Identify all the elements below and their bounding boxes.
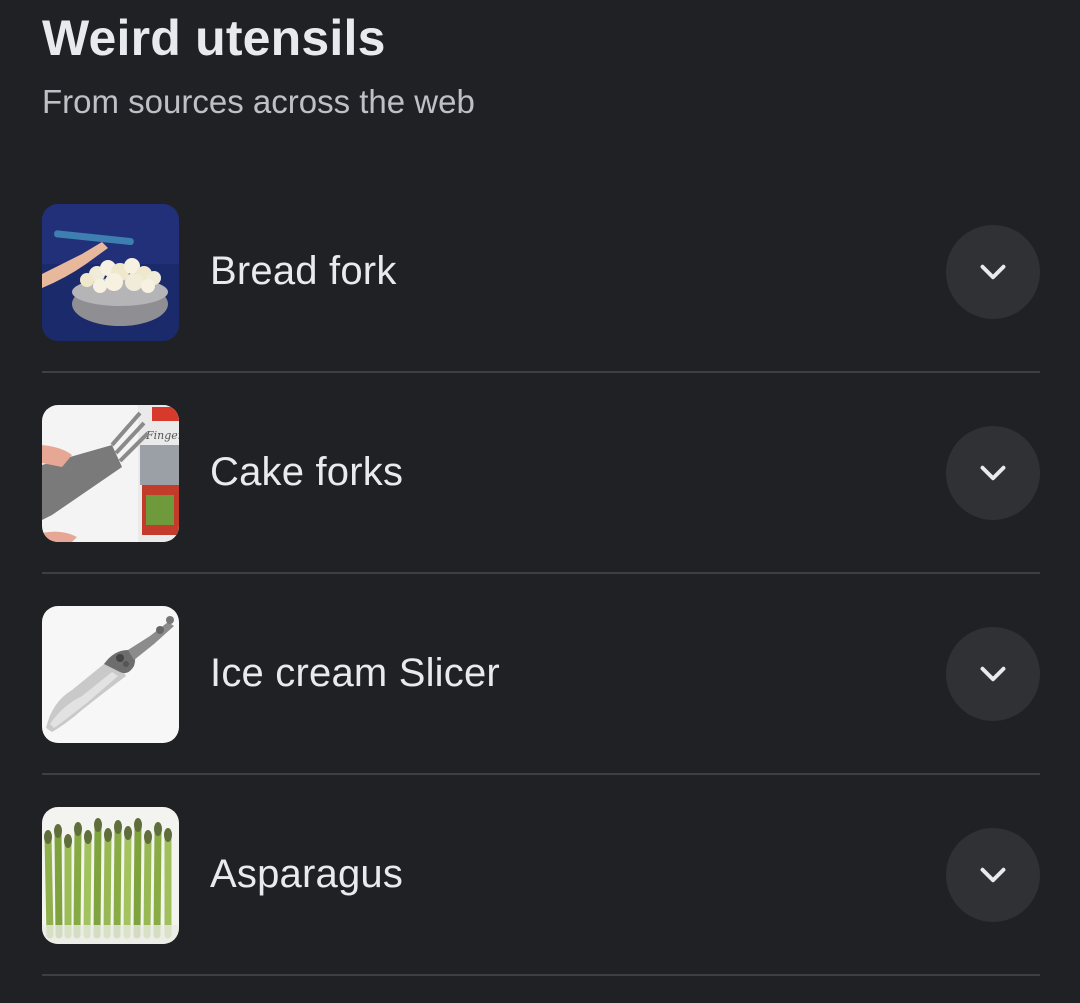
chevron-down-icon [980,666,1006,682]
list-item[interactable]: Bread fork [42,172,1040,373]
list-item[interactable]: Finger Cake forks [42,373,1040,574]
item-label: Bread fork [210,249,397,293]
expand-button[interactable] [946,828,1040,922]
chevron-down-icon [980,867,1006,883]
utensil-list: Bread fork Finger [42,172,1040,976]
list-item[interactable]: Asparagus [42,775,1040,976]
expand-button[interactable] [946,627,1040,721]
item-label: Cake forks [210,450,404,494]
expand-button[interactable] [946,426,1040,520]
chevron-down-icon [980,264,1006,280]
item-label: Asparagus [210,852,404,896]
svg-text:Finger: Finger [145,429,179,442]
item-label: Ice cream Slicer [210,651,500,695]
ice-cream-slicer-thumbnail [42,606,179,743]
page-subtitle: From sources across the web [42,83,475,120]
header: Weird utensils From sources across the w… [42,0,1040,118]
list-item[interactable]: Ice cream Slicer [42,574,1040,775]
bread-fork-thumbnail [42,204,179,341]
asparagus-thumbnail [42,807,179,944]
expand-button[interactable] [946,225,1040,319]
page-title: Weird utensils [42,10,386,66]
cake-forks-thumbnail: Finger [42,405,179,542]
chevron-down-icon [980,465,1006,481]
